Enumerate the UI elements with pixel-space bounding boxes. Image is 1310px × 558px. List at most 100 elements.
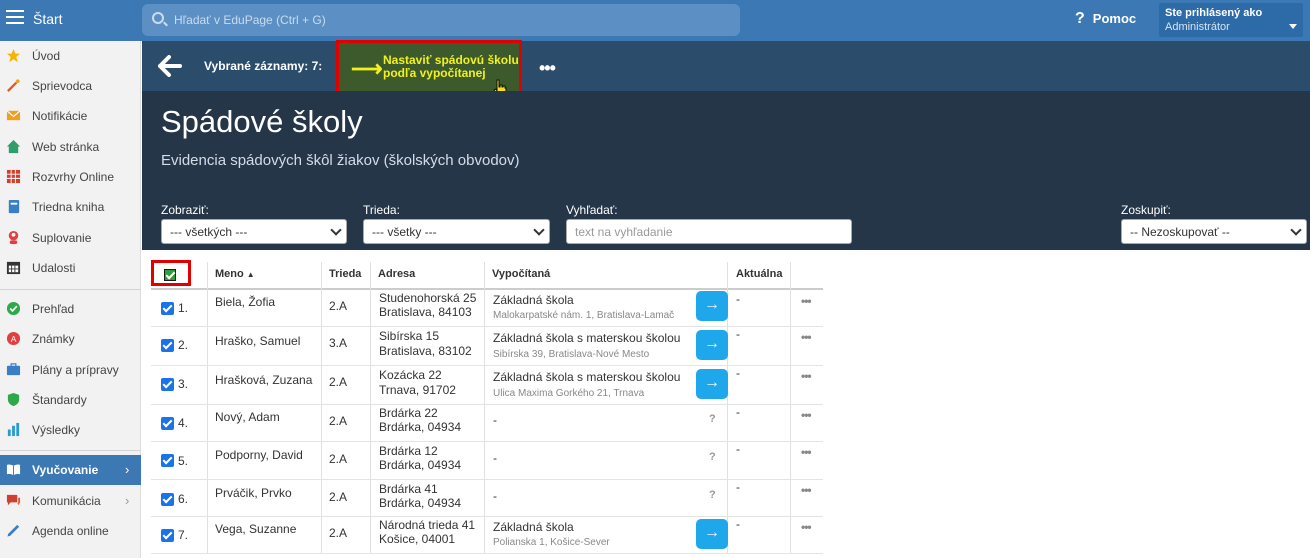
column-header-name[interactable]: Meno ▲: [207, 258, 321, 288]
apply-computed-button[interactable]: →: [696, 369, 728, 399]
sidebar-item-sprievodca[interactable]: Sprievodca: [0, 71, 141, 101]
row-number: 2.: [178, 338, 189, 352]
selection-action-bar: Vybrané záznamy: 7: ⟶ Nastaviť spádovú š…: [142, 40, 1310, 97]
sidebar-item-znamky[interactable]: A Známky: [0, 324, 141, 354]
student-name[interactable]: Biela, Žofia: [215, 295, 275, 310]
search-icon: [152, 12, 164, 24]
app-title[interactable]: Štart: [33, 11, 63, 27]
group-filter-select[interactable]: -- Nezoskupovať --: [1121, 219, 1307, 244]
student-name[interactable]: Podporny, David: [215, 448, 303, 463]
column-current-text: Aktuálna: [736, 268, 783, 280]
sidebar-item-prehlad[interactable]: Prehľad: [0, 294, 141, 324]
current-school: -: [736, 366, 740, 380]
row-number: 5.: [178, 454, 189, 468]
sidebar-item-rozvrhy[interactable]: Rozvrhy Online: [0, 162, 141, 192]
global-search-input[interactable]: [174, 11, 714, 29]
apply-computed-button[interactable]: →: [696, 291, 728, 321]
page-title: Spádové školy: [161, 104, 363, 139]
chevron-down-icon: [1290, 224, 1302, 236]
row-checkbox[interactable]: [161, 493, 174, 506]
student-name[interactable]: Nový, Adam: [215, 410, 280, 425]
sidebar-item-notifikacie[interactable]: Notifikácie: [0, 101, 141, 131]
row-more-button[interactable]: •••: [801, 294, 812, 308]
more-actions-button[interactable]: •••: [539, 58, 556, 79]
sidebar-item-uvod[interactable]: Úvod: [0, 41, 141, 71]
briefcase-icon: [6, 363, 21, 376]
sidebar-item-vysledky[interactable]: Výsledky: [0, 415, 141, 445]
sidebar-item-label: Vyučovanie: [32, 463, 99, 477]
table-row[interactable]: 6. Prváčik, Prvko 2.A Brdárka 41 Brdárka…: [151, 480, 823, 517]
sidebar-item-komunikacia[interactable]: Komunikácia ›: [0, 486, 141, 516]
class-filter-select[interactable]: --- všetky ---: [363, 219, 550, 244]
search-filter-input[interactable]: [566, 219, 852, 244]
column-address-text: Adresa: [378, 268, 416, 280]
sidebar-item-standardy[interactable]: Štandardy: [0, 385, 141, 415]
global-search[interactable]: [142, 4, 740, 36]
wand-icon: [7, 79, 20, 92]
help-link[interactable]: ? Pomoc: [1075, 10, 1136, 28]
table-row[interactable]: 3. Hrašková, Zuzana 2.A Kozácka 22 Trnav…: [151, 366, 823, 405]
sidebar-item-plany[interactable]: Plány a prípravy: [0, 355, 141, 385]
row-more-button[interactable]: •••: [801, 483, 812, 497]
address-line1: Studenohorská 25: [379, 291, 477, 305]
student-name[interactable]: Prváčik, Prvko: [215, 486, 292, 501]
address-line2: Košice, 04001: [379, 532, 456, 546]
computed-school-address: Sibírska 39, Bratislava-Nové Mesto: [493, 349, 650, 360]
row-more-button[interactable]: •••: [801, 408, 812, 422]
row-more-button[interactable]: •••: [801, 520, 812, 534]
column-header-address[interactable]: Adresa: [370, 258, 484, 288]
row-more-button[interactable]: •••: [801, 369, 812, 383]
question-icon: ?: [1075, 10, 1085, 27]
computed-school: Základná škola s materskou školou: [493, 370, 681, 384]
user-menu[interactable]: Ste prihlásený ako Administrátor: [1159, 3, 1303, 37]
sidebar-divider: [0, 450, 141, 451]
sidebar-item-suplovanie[interactable]: Suplovanie: [0, 223, 141, 253]
student-class: 2.A: [329, 299, 348, 313]
row-more-button[interactable]: •••: [801, 330, 812, 344]
table-row[interactable]: 1. Biela, Žofia 2.A Studenohorská 25 Bra…: [151, 290, 823, 327]
sidebar-item-agenda[interactable]: Agenda online: [0, 516, 141, 546]
row-number: 7.: [178, 528, 189, 542]
sidebar-item-label: Agenda online: [32, 524, 109, 538]
group-filter-value: -- Nezoskupovať --: [1130, 225, 1230, 239]
table-row[interactable]: 4. Nový, Adam 2.A Brdárka 22 Brdárka, 04…: [151, 405, 823, 442]
sidebar-item-web-stranka[interactable]: Web stránka: [0, 132, 141, 162]
sidebar-item-label: Komunikácia: [32, 494, 101, 508]
sidebar-item-label: Výsledky: [32, 423, 81, 437]
selected-count-label: Vybrané záznamy: 7:: [204, 59, 323, 73]
group-filter-label: Zoskupiť:: [1121, 203, 1171, 217]
row-number: 6.: [178, 492, 189, 506]
show-filter-select[interactable]: --- všetkých ---: [161, 219, 347, 244]
star-icon: [6, 48, 21, 63]
sidebar-item-udalosti[interactable]: Udalosti: [0, 253, 141, 283]
unknown-school-icon: ?: [709, 489, 716, 501]
student-name[interactable]: Vega, Suzanne: [215, 522, 296, 537]
back-arrow-icon[interactable]: [158, 55, 182, 77]
row-checkbox[interactable]: [161, 378, 174, 391]
hamburger-menu-icon[interactable]: [6, 10, 24, 26]
row-checkbox[interactable]: [161, 529, 174, 542]
sidebar-item-label: Suplovanie: [32, 231, 92, 245]
table-row[interactable]: 7. Vega, Suzanne 2.A Národná trieda 41 K…: [151, 517, 823, 554]
student-name[interactable]: Hrašková, Zuzana: [215, 373, 312, 388]
apply-computed-button[interactable]: →: [696, 330, 728, 360]
row-more-button[interactable]: •••: [801, 445, 812, 459]
row-checkbox[interactable]: [161, 417, 174, 430]
sidebar-item-vyucovanie[interactable]: Vyučovanie ›: [0, 455, 141, 485]
student-name[interactable]: Hraško, Samuel: [215, 334, 300, 349]
grid-icon: [6, 169, 21, 184]
row-checkbox[interactable]: [161, 454, 174, 467]
svg-text:A: A: [11, 334, 17, 344]
apply-computed-button[interactable]: →: [696, 519, 728, 549]
column-header-class[interactable]: Trieda: [321, 258, 369, 288]
student-class: 2.A: [329, 452, 348, 466]
column-header-current[interactable]: Aktuálna: [728, 258, 790, 288]
row-checkbox[interactable]: [161, 339, 174, 352]
select-all-checkbox[interactable]: [164, 269, 176, 281]
row-checkbox[interactable]: [161, 302, 174, 315]
table-row[interactable]: 5. Podporny, David 2.A Brdárka 12 Brdárk…: [151, 442, 823, 480]
column-header-computed[interactable]: Vypočítaná: [484, 258, 727, 288]
bar-chart-icon: [7, 422, 20, 437]
table-row[interactable]: 2. Hraško, Samuel 3.A Sibírska 15 Bratis…: [151, 327, 823, 366]
sidebar-item-triedna-kniha[interactable]: Triedna kniha: [0, 192, 141, 222]
